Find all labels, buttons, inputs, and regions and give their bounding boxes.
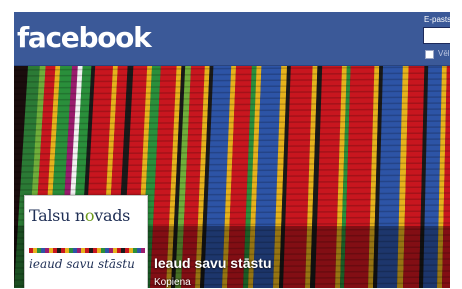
logo-stripe (29, 248, 33, 253)
logo-stripe (37, 248, 41, 253)
logo-stripe (89, 248, 93, 253)
logo-stripe (65, 248, 69, 253)
logo-stripe (33, 248, 37, 253)
logo-stripe (49, 248, 53, 253)
logo-stripe (53, 248, 57, 253)
logo-stripe (133, 248, 137, 253)
facebook-page-frame: facebook E-pasts Vēl Talsu novads ieaud … (14, 12, 450, 288)
logo-stripe (105, 248, 109, 253)
logo-stripe (77, 248, 81, 253)
stripes-graphic (29, 248, 145, 253)
logo-stripe (113, 248, 117, 253)
keep-logged-in-label: Vēl (438, 49, 450, 58)
logo-stripe (57, 248, 61, 253)
logo-stripe (73, 248, 77, 253)
logo-title-part: Talsu n (29, 206, 85, 225)
logo-stripe (129, 248, 133, 253)
logo-stripe (97, 248, 101, 253)
page-category[interactable]: Kopiena (154, 277, 191, 288)
logo-stripe (125, 248, 129, 253)
logo-stripe (45, 248, 49, 253)
logo-stripe (93, 248, 97, 253)
logo-title-o: o (84, 206, 95, 225)
logo-title-part: vads (94, 206, 131, 225)
profile-logo-subtitle: ieaud savu stāstu (29, 257, 135, 271)
logo-stripe (117, 248, 121, 253)
profile-logo-title: Talsu novads (29, 206, 130, 226)
logo-stripe (141, 248, 145, 253)
profile-picture[interactable]: Talsu novads ieaud savu stāstu (24, 195, 148, 288)
logo-stripe (101, 248, 105, 253)
email-input[interactable] (423, 27, 450, 44)
logo-stripe (61, 248, 65, 253)
logo-stripe (41, 248, 45, 253)
logo-stripe (69, 248, 73, 253)
logo-stripe (85, 248, 89, 253)
profile-logo-stripes (29, 244, 145, 253)
top-bar: facebook E-pasts Vēl (14, 12, 450, 66)
keep-logged-in-checkbox[interactable] (425, 50, 434, 59)
logo-stripe (81, 248, 85, 253)
logo-stripe (137, 248, 141, 253)
logo-stripe (121, 248, 125, 253)
email-label: E-pasts (424, 15, 450, 24)
logo-stripe (109, 248, 113, 253)
facebook-logo[interactable]: facebook (17, 20, 152, 56)
page-name[interactable]: Ieaud savu stāstu (154, 255, 272, 271)
